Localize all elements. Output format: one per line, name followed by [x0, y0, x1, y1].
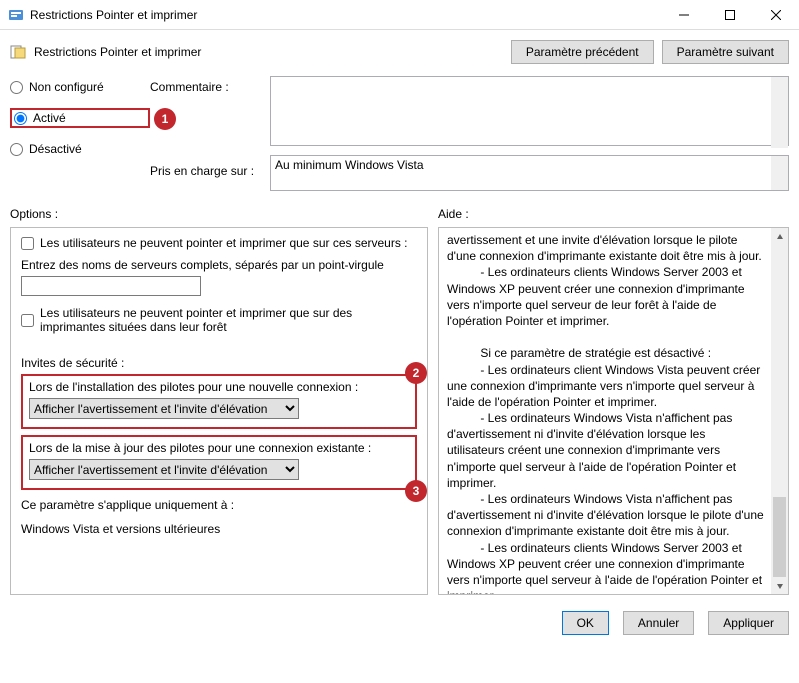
checkbox-label: Les utilisateurs ne peuvent pointer et i… — [40, 236, 408, 250]
callout-3: 3 — [405, 480, 427, 502]
scroll-up-icon — [776, 82, 784, 90]
label-column: Commentaire : Pris en charge sur : — [150, 76, 270, 191]
comment-textarea[interactable] — [270, 76, 789, 146]
scroll-down-icon — [776, 135, 784, 143]
minimize-button[interactable] — [661, 0, 707, 30]
window-title: Restrictions Pointer et imprimer — [30, 8, 661, 22]
info-column: Au minimum Windows Vista — [270, 76, 789, 191]
options-heading: Options : — [10, 207, 438, 221]
radio-not-configured[interactable]: Non configuré — [10, 80, 150, 94]
radio-label: Non configuré — [29, 80, 104, 94]
install-driver-select[interactable]: Afficher l'avertissement et l'invite d'é… — [29, 398, 299, 419]
panels-row: Les utilisateurs ne peuvent pointer et i… — [0, 223, 799, 603]
options-panel: Les utilisateurs ne peuvent pointer et i… — [10, 227, 428, 595]
policy-icon — [10, 44, 26, 60]
applies-only-value: Windows Vista et versions ultérieures — [21, 522, 417, 536]
callout-1: 1 — [154, 108, 176, 130]
scroll-down-button[interactable] — [771, 577, 788, 594]
supported-label: Pris en charge sur : — [150, 164, 270, 178]
state-radio-group: Non configuré Activé 1 Désactivé — [10, 76, 150, 191]
server-names-input[interactable] — [21, 276, 201, 296]
help-panel: avertissement et une invite d'élévation … — [438, 227, 789, 595]
app-icon — [8, 7, 24, 23]
previous-setting-button[interactable]: Paramètre précédent — [511, 40, 654, 64]
header-title: Restrictions Pointer et imprimer — [34, 45, 503, 59]
applies-only-label: Ce paramètre s'applique uniquement à : — [21, 498, 417, 512]
maximize-button[interactable] — [707, 0, 753, 30]
update-driver-select[interactable]: Afficher l'avertissement et l'invite d'é… — [29, 459, 299, 480]
scroll-track[interactable] — [771, 245, 788, 497]
comment-label: Commentaire : — [150, 80, 270, 94]
checkbox-forest-only[interactable]: Les utilisateurs ne peuvent pointer et i… — [21, 306, 417, 334]
radio-enabled-highlight: Activé 1 — [10, 108, 150, 128]
apply-button[interactable]: Appliquer — [708, 611, 789, 635]
scroll-thumb[interactable] — [773, 497, 786, 577]
titlebar: Restrictions Pointer et imprimer — [0, 0, 799, 30]
help-text: avertissement et une invite d'élévation … — [447, 232, 786, 595]
close-button[interactable] — [753, 0, 799, 30]
ok-button[interactable]: OK — [562, 611, 609, 635]
security-prompts-label: Invites de sécurité : — [21, 356, 417, 370]
scroll-up-button[interactable] — [771, 228, 788, 245]
update-driver-label: Lors de la mise à jour des pilotes pour … — [29, 441, 409, 455]
radio-enabled[interactable]: Activé — [14, 111, 66, 125]
cancel-button[interactable]: Annuler — [623, 611, 694, 635]
help-scrollbar[interactable] — [771, 228, 788, 594]
header-row: Restrictions Pointer et imprimer Paramèt… — [0, 30, 799, 76]
supported-on-value: Au minimum Windows Vista — [275, 158, 424, 172]
radio-label: Désactivé — [29, 142, 82, 156]
scroll-up-icon — [776, 167, 784, 175]
radio-label: Activé — [33, 111, 66, 125]
update-driver-group: 3 Lors de la mise à jour des pilotes pou… — [21, 435, 417, 490]
section-headings: Options : Aide : — [0, 201, 799, 223]
install-driver-group: 2 Lors de l'installation des pilotes pou… — [21, 374, 417, 429]
dialog-footer: OK Annuler Appliquer — [0, 603, 799, 643]
help-heading: Aide : — [438, 207, 469, 221]
callout-2: 2 — [405, 362, 427, 384]
install-driver-label: Lors de l'installation des pilotes pour … — [29, 380, 409, 394]
top-config-grid: Non configuré Activé 1 Désactivé Comment… — [0, 76, 799, 201]
server-names-hint: Entrez des noms de serveurs complets, sé… — [21, 258, 417, 272]
checkbox-servers-only[interactable]: Les utilisateurs ne peuvent pointer et i… — [21, 236, 417, 250]
next-setting-button[interactable]: Paramètre suivant — [662, 40, 789, 64]
radio-disabled[interactable]: Désactivé — [10, 142, 150, 156]
checkbox-label: Les utilisateurs ne peuvent pointer et i… — [40, 306, 417, 334]
scroll-down-icon — [776, 177, 784, 185]
supported-on-box: Au minimum Windows Vista — [270, 155, 789, 191]
